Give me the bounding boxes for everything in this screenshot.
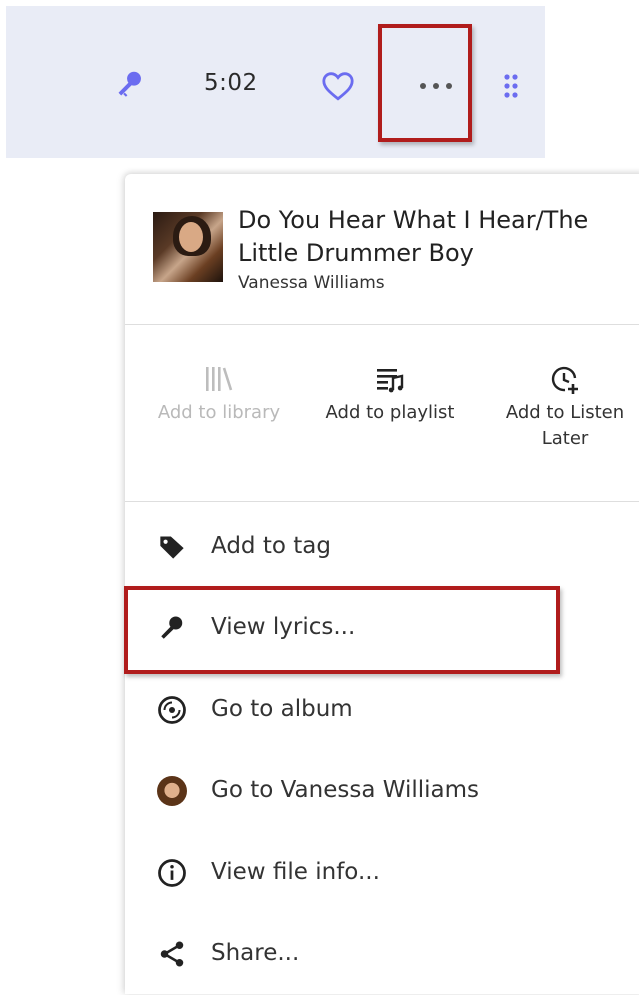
clock-add-icon [495, 364, 635, 398]
add-to-playlist-button[interactable]: Add to playlist [320, 364, 460, 426]
quick-actions: Add to library Add to playlist Add to Li… [125, 324, 639, 502]
menu-item-go-to-artist[interactable]: Go to Vanessa Williams [125, 752, 639, 832]
menu-item-add-to-tag[interactable]: Add to tag [125, 508, 639, 588]
add-to-tag-label: Add to tag [211, 533, 331, 559]
add-to-listen-later-label: Add to Listen Later [505, 402, 625, 449]
menu-item-go-to-album[interactable]: Go to album [125, 671, 639, 751]
artist-avatar [155, 774, 189, 808]
share-icon [155, 937, 189, 971]
view-lyrics-highlight [124, 586, 560, 674]
more-button-highlight [378, 24, 472, 142]
menu-header: Do You Hear What I Hear/The Little Drumm… [125, 174, 639, 325]
song-title: Do You Hear What I Hear/The Little Drumm… [238, 206, 589, 267]
menu-item-view-file-info[interactable]: View file info... [125, 834, 639, 914]
album-icon [155, 693, 189, 727]
go-to-artist-label: Go to Vanessa Williams [211, 777, 480, 803]
album-art [153, 212, 223, 282]
view-file-info-label: View file info... [211, 859, 380, 885]
context-menu: Do You Hear What I Hear/The Little Drumm… [125, 174, 639, 994]
library-icon [149, 364, 289, 398]
add-to-library-button[interactable]: Add to library [149, 364, 289, 426]
heart-icon[interactable] [318, 66, 358, 106]
drag-grip-icon[interactable] [493, 66, 529, 106]
add-to-playlist-label: Add to playlist [325, 402, 455, 423]
track-duration: 5:02 [204, 70, 258, 96]
info-icon [155, 856, 189, 890]
go-to-album-label: Go to album [211, 696, 353, 722]
lyrics-microphone-icon[interactable] [110, 64, 150, 104]
add-to-listen-later-button[interactable]: Add to Listen Later [495, 364, 635, 452]
playlist-add-icon [320, 364, 460, 398]
tag-icon [155, 530, 189, 564]
share-label: Share... [211, 940, 300, 966]
song-artist: Vanessa Williams [238, 273, 385, 293]
menu-item-share[interactable]: Share... [125, 915, 639, 995]
add-to-library-label: Add to library [157, 402, 281, 423]
